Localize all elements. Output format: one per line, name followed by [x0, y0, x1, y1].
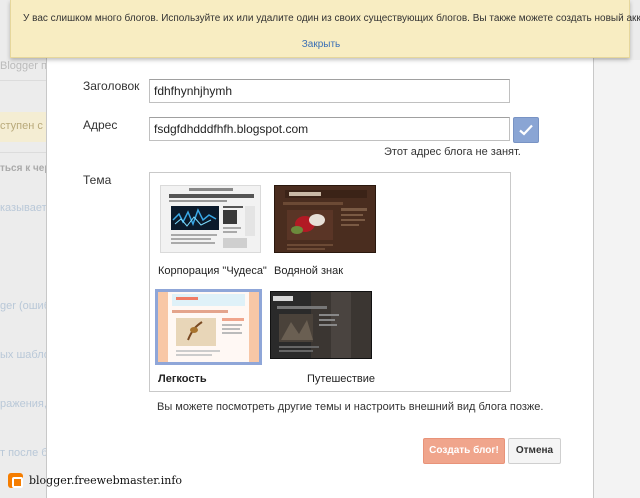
bg-divider [0, 152, 48, 153]
theme-picker: Корпорация "Чудеса" Водяной знак Легкост… [149, 172, 511, 392]
bg-fragment: т после б [0, 447, 48, 459]
bg-warning-band: ступен с [0, 112, 48, 142]
notification-message: У вас слишком много блогов. Используйте … [23, 13, 640, 24]
theme-name: Путешествие [307, 373, 376, 385]
bg-divider [0, 80, 48, 81]
bg-fragment: ражения, [0, 398, 47, 410]
theme-option-ethereal[interactable]: Легкость [150, 285, 262, 391]
check-availability-button[interactable] [513, 117, 539, 143]
notification-bar: У вас слишком много блогов. Используйте … [10, 0, 640, 58]
bg-fragment: ступен с [0, 120, 43, 132]
notification-close-link[interactable]: Закрыть [11, 39, 631, 50]
watermark-text: blogger.freewebmaster.info [29, 473, 183, 487]
theme-label: Тема [83, 173, 112, 187]
theme-name: Легкость [158, 373, 207, 385]
checkmark-icon [519, 124, 533, 136]
theme-name: Водяной знак [274, 265, 344, 277]
bg-fragment: казывает [0, 202, 47, 214]
theme-preview-graphic [158, 292, 259, 362]
create-blog-dialog: Заголовок Адрес Этот адрес блога не заня… [46, 28, 594, 498]
blogger-logo-icon [8, 472, 23, 488]
theme-option-travel[interactable]: Путешествие [262, 285, 382, 391]
blog-title-input[interactable] [149, 79, 510, 103]
theme-preview-graphic [271, 292, 371, 358]
themes-footer-note: Вы можете посмотреть другие темы и настр… [157, 401, 544, 413]
address-availability-hint: Этот адрес блога не занят. [384, 146, 521, 158]
cancel-button[interactable]: Отмена [508, 438, 561, 464]
theme-option-watermark[interactable]: Водяной знак [262, 173, 382, 285]
bg-fragment: ых шабло [0, 349, 50, 361]
theme-thumbnail [160, 185, 261, 253]
theme-thumbnail-selected [155, 289, 262, 365]
address-label: Адрес [83, 118, 118, 132]
blog-address-input[interactable] [149, 117, 510, 141]
site-watermark: blogger.freewebmaster.info [8, 470, 182, 490]
create-blog-button[interactable]: Создать блог! [423, 438, 505, 464]
theme-option-awesome[interactable]: Корпорация "Чудеса" [150, 173, 267, 285]
theme-thumbnail [274, 185, 376, 253]
theme-name: Корпорация "Чудеса" [158, 265, 267, 277]
theme-preview-graphic [275, 186, 375, 252]
theme-thumbnail [270, 291, 372, 359]
title-label: Заголовок [83, 79, 140, 93]
bg-fragment: ger (ошиб [0, 300, 51, 312]
theme-preview-graphic [161, 186, 260, 252]
bg-right-panel [594, 60, 640, 498]
